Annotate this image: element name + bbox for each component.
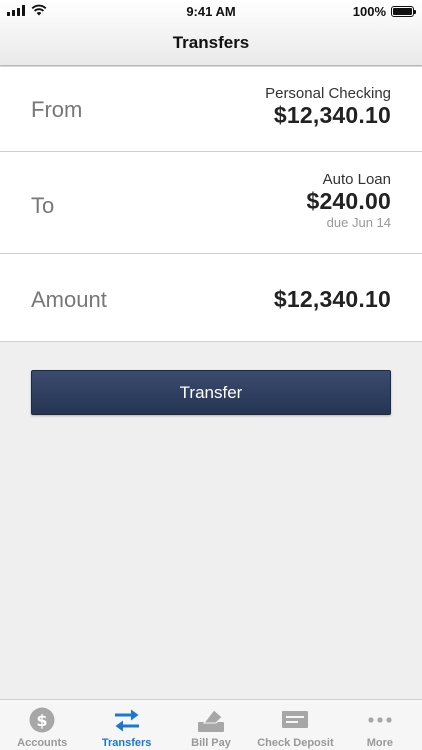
status-bar: 9:41 AM 100% bbox=[0, 0, 422, 22]
to-account-due-date: due Jun 14 bbox=[326, 215, 391, 230]
battery-icon bbox=[391, 6, 416, 17]
tab-transfers[interactable]: Transfers bbox=[84, 700, 168, 750]
amount-value: $12,340.10 bbox=[273, 286, 391, 312]
from-account-name: Personal Checking bbox=[265, 85, 391, 102]
transfer-arrows-icon bbox=[114, 709, 139, 732]
header: 9:41 AM 100% Transfers bbox=[0, 0, 422, 66]
bill-pay-icon bbox=[198, 709, 225, 732]
more-dots-icon bbox=[368, 717, 392, 723]
tab-label: More bbox=[366, 737, 393, 749]
amount-label: Amount bbox=[31, 287, 107, 312]
check-icon bbox=[282, 711, 309, 728]
to-account-row[interactable]: To Auto Loan $240.00 due Jun 14 bbox=[0, 152, 422, 254]
amount-row[interactable]: Amount $12,340.10 bbox=[0, 254, 422, 342]
from-account-row[interactable]: From Personal Checking $12,340.10 bbox=[0, 67, 422, 152]
tab-check-deposit[interactable]: Check Deposit bbox=[253, 700, 337, 750]
tab-label: Transfers bbox=[101, 737, 152, 749]
tab-bar: $ Accounts Transfers Bill Pay Check Depo… bbox=[0, 699, 422, 750]
transfer-button[interactable]: Transfer bbox=[31, 370, 391, 415]
dollar-circle-icon: $ bbox=[29, 707, 55, 733]
from-account-balance: $12,340.10 bbox=[273, 102, 391, 128]
amount-info: $12,340.10 bbox=[274, 286, 391, 313]
tab-more[interactable]: More bbox=[338, 700, 422, 750]
battery-percent: 100% bbox=[352, 4, 386, 19]
status-right: 100% bbox=[352, 4, 416, 19]
svg-text:$: $ bbox=[37, 711, 48, 730]
tab-bill-pay[interactable]: Bill Pay bbox=[169, 700, 253, 750]
from-account-info: Personal Checking $12,340.10 bbox=[265, 85, 391, 129]
to-label: To bbox=[31, 193, 55, 218]
tab-label: Check Deposit bbox=[257, 737, 334, 749]
tab-label: Bill Pay bbox=[191, 737, 231, 749]
tab-accounts[interactable]: $ Accounts bbox=[0, 700, 84, 750]
page-title: Transfers bbox=[172, 33, 250, 52]
from-label: From bbox=[31, 97, 83, 122]
to-account-info: Auto Loan $240.00 due Jun 14 bbox=[306, 171, 391, 230]
to-account-name: Auto Loan bbox=[322, 171, 391, 188]
to-account-amount: $240.00 bbox=[306, 188, 391, 214]
battery-fill bbox=[393, 8, 412, 15]
tab-label: Accounts bbox=[17, 737, 68, 749]
